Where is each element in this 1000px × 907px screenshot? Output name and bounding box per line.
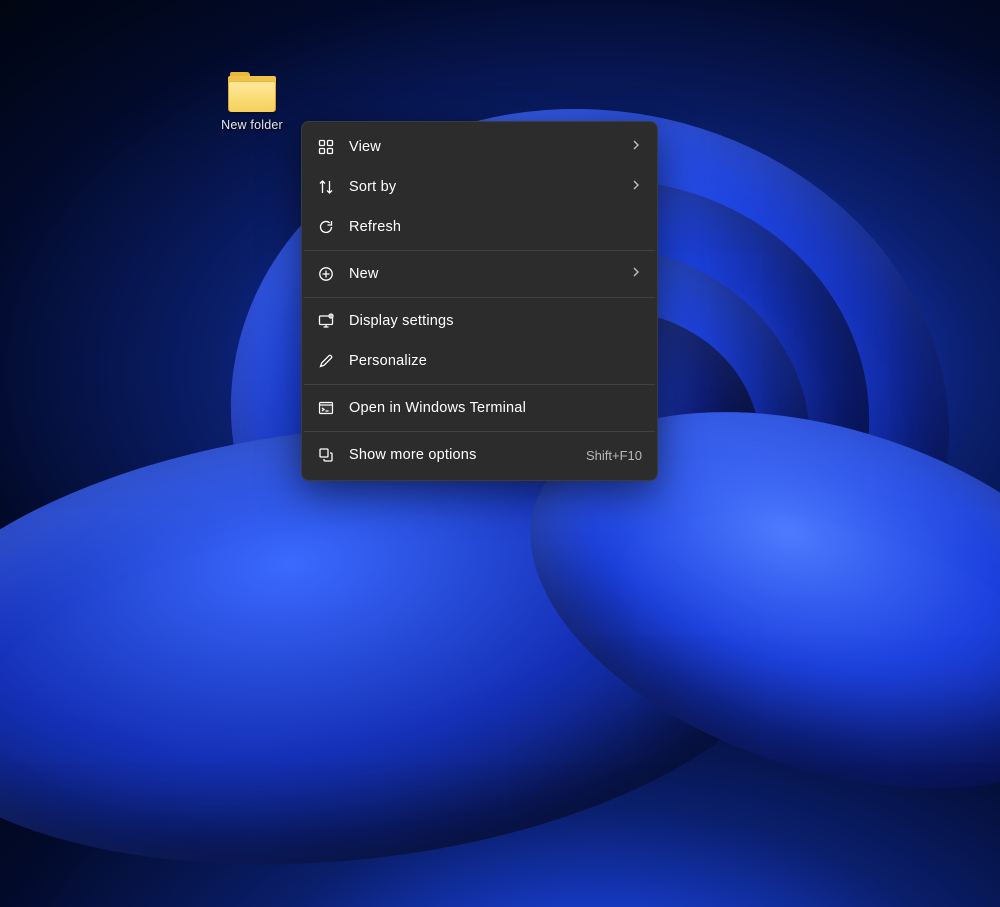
display-settings-icon [317, 312, 335, 330]
menu-label: Sort by [349, 179, 616, 195]
menu-label: New [349, 266, 616, 282]
menu-label: View [349, 139, 616, 155]
new-icon [317, 265, 335, 283]
menu-item-new[interactable]: New [302, 254, 657, 294]
menu-label: Open in Windows Terminal [349, 400, 642, 416]
refresh-icon [317, 218, 335, 236]
folder-icon [228, 72, 276, 112]
menu-separator [304, 431, 655, 432]
menu-item-display-settings[interactable]: Display settings [302, 301, 657, 341]
chevron-right-icon [630, 139, 642, 155]
view-icon [317, 138, 335, 156]
desktop-folder-new-folder[interactable]: New folder [212, 72, 292, 132]
menu-item-open-terminal[interactable]: Open in Windows Terminal [302, 388, 657, 428]
menu-shortcut: Shift+F10 [586, 448, 642, 463]
menu-separator [304, 250, 655, 251]
menu-separator [304, 384, 655, 385]
menu-item-sort-by[interactable]: Sort by [302, 167, 657, 207]
menu-label: Personalize [349, 353, 642, 369]
terminal-icon [317, 399, 335, 417]
menu-item-show-more-options[interactable]: Show more options Shift+F10 [302, 435, 657, 475]
desktop-context-menu: View Sort by Refresh [301, 121, 658, 481]
menu-item-personalize[interactable]: Personalize [302, 341, 657, 381]
chevron-right-icon [630, 179, 642, 195]
folder-label: New folder [212, 118, 292, 132]
menu-label: Refresh [349, 219, 642, 235]
personalize-icon [317, 352, 335, 370]
chevron-right-icon [630, 266, 642, 282]
menu-label: Show more options [349, 447, 572, 463]
menu-item-refresh[interactable]: Refresh [302, 207, 657, 247]
menu-separator [304, 297, 655, 298]
menu-label: Display settings [349, 313, 642, 329]
menu-item-view[interactable]: View [302, 127, 657, 167]
sort-icon [317, 178, 335, 196]
show-more-icon [317, 446, 335, 464]
